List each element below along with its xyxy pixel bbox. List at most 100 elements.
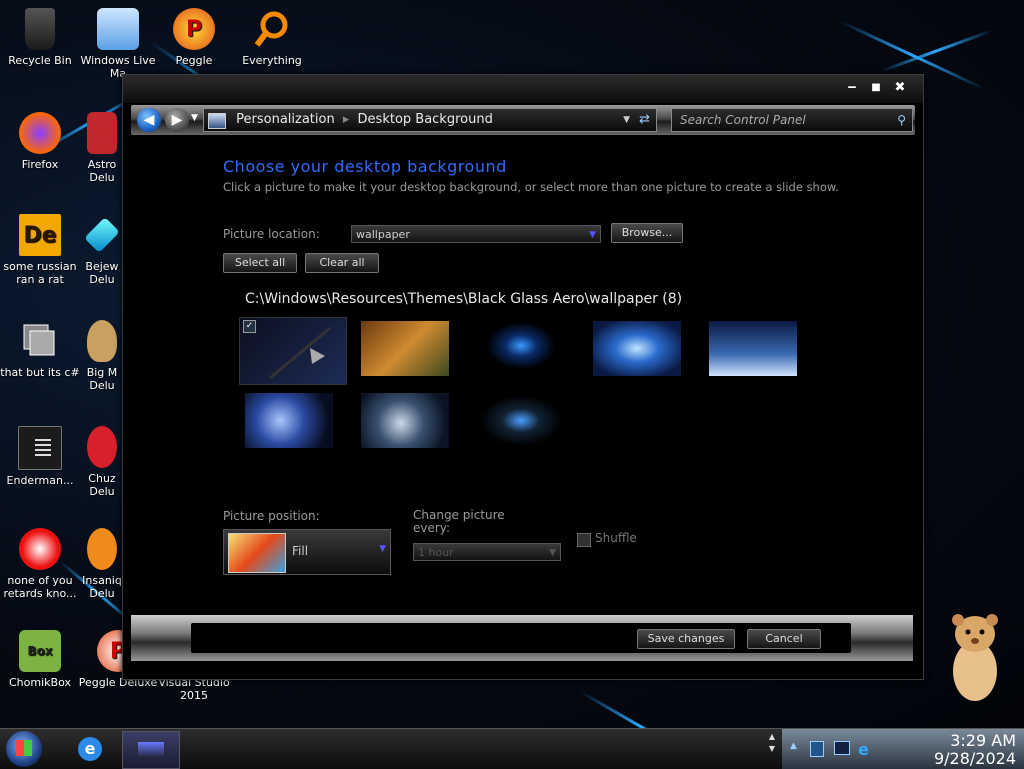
wallpaper-thumb[interactable] — [593, 321, 681, 376]
forward-arrow-icon: ▶ — [171, 112, 183, 128]
magnifier-icon — [251, 8, 293, 50]
wallpaper-thumb[interactable] — [245, 393, 333, 448]
back-button[interactable]: ◀ — [137, 108, 161, 132]
desktop-icon-label: Insaniq Delu — [82, 574, 122, 600]
maximize-button[interactable]: ■ — [865, 79, 887, 97]
clock-time[interactable]: 3:29 AM — [950, 732, 1016, 749]
change-picture-label: Change picture every: — [413, 508, 505, 535]
desktop-icon-big-money[interactable]: Big M Delu — [82, 320, 122, 392]
control-panel-icon — [138, 742, 164, 758]
wallpaper-thumb[interactable] — [477, 393, 565, 448]
wallpaper-thumb[interactable] — [361, 321, 449, 376]
desktop-icon-peggle[interactable]: P Peggle — [154, 8, 234, 67]
mail-icon — [97, 8, 139, 50]
chevron-down-icon: ▼ — [549, 548, 556, 558]
shuffle-checkbox[interactable] — [577, 533, 591, 547]
select-all-button[interactable]: Select all — [223, 253, 297, 273]
desktop-icon-that-but-its-c[interactable]: that but its c# — [0, 320, 80, 379]
save-changes-button[interactable]: Save changes — [637, 629, 735, 649]
close-button[interactable]: ✖ — [889, 79, 911, 97]
folder-path-header[interactable]: C:\Windows\Resources\Themes\Black Glass … — [245, 291, 682, 307]
picture-location-value: wallpaper — [356, 228, 410, 241]
clock-date[interactable]: 9/28/2024 — [934, 750, 1016, 767]
breadcrumb-separator-icon: ▸ — [342, 112, 350, 127]
desktop-icon-label: some russian ran a rat — [3, 260, 77, 286]
desktop-icon-everything[interactable]: Everything — [232, 8, 312, 67]
hamster-box-icon: Box — [19, 630, 61, 672]
hamster-icon — [952, 614, 998, 701]
taskbar: e ▲ ▼ ▲ e 3:29 AM 9/28/2024 — [0, 728, 1024, 769]
wallpaper-thumb[interactable] — [477, 321, 565, 376]
clear-all-button[interactable]: Clear all — [305, 253, 379, 273]
wallpaper-thumb[interactable] — [709, 321, 797, 376]
desktop-icon-label: Chuz Delu — [88, 472, 116, 498]
picture-position-label: Picture position: — [223, 509, 320, 523]
personalization-window: ‒ ■ ✖ ◀ ▶ ▼ Personalization ▸ Desktop Ba… — [122, 74, 924, 680]
desktop-icon-recycle-bin[interactable]: Recycle Bin — [0, 8, 80, 67]
network-icon[interactable] — [810, 741, 824, 757]
cancel-button[interactable]: Cancel — [747, 629, 821, 649]
taskbar-scroll[interactable]: ▲ ▼ — [766, 731, 778, 767]
address-dropdown-icon[interactable]: ▼ — [623, 109, 630, 131]
desktop-icon-label: none of you retards kno... — [3, 574, 77, 600]
title-bar[interactable]: ‒ ■ ✖ — [123, 75, 923, 103]
thumb-checkbox[interactable]: ✓ — [243, 320, 256, 333]
desktop-icon-windows-live-mail[interactable]: Windows Live Ma — [78, 8, 158, 80]
desktop-icon-label: Bejew Delu — [85, 260, 119, 286]
search-box[interactable]: Search Control Panel ⚲ — [671, 108, 913, 132]
ie-tray-icon[interactable]: e — [858, 740, 869, 759]
gem-icon — [84, 217, 120, 253]
minimize-button[interactable]: ‒ — [841, 79, 863, 97]
firefox-icon — [19, 112, 61, 154]
red-dragon-icon — [19, 528, 61, 570]
picture-location-label: Picture location: — [223, 227, 320, 241]
start-button[interactable] — [6, 731, 42, 767]
desktop-icon-firefox[interactable]: Firefox — [0, 112, 80, 171]
desktop-icon-label: that but its c# — [0, 366, 80, 379]
taskbar-personalization-button[interactable] — [122, 731, 180, 769]
browse-button[interactable]: Browse... — [611, 223, 683, 243]
picture-position-select[interactable]: Fill ▼ — [223, 529, 391, 575]
refresh-icon[interactable]: ⇄ — [639, 109, 650, 131]
address-bar[interactable]: Personalization ▸ Desktop Background ▼ ⇄ — [203, 108, 657, 132]
breadcrumb-desktop-background[interactable]: Desktop Background — [358, 112, 493, 127]
desktop-icon-label: Everything — [242, 54, 302, 67]
desktop-icon-chomikbox[interactable]: Box ChomikBox — [0, 630, 80, 689]
money-bag-icon — [87, 320, 117, 362]
monitor-icon[interactable] — [834, 741, 850, 755]
chevron-down-icon: ▼ — [589, 230, 596, 240]
stacked-windows-icon — [19, 320, 61, 362]
picture-location-select[interactable]: wallpaper ▼ — [351, 225, 601, 243]
desktop-icon-chuzzle-deluxe[interactable]: Chuz Delu — [82, 426, 122, 498]
desktop-icon-bejeweled[interactable]: Bejew Delu — [82, 214, 122, 286]
desktop-icon-astro-deluxe[interactable]: Astro Delu — [82, 112, 122, 184]
forward-button[interactable]: ▶ — [165, 108, 189, 132]
wallpaper-thumb[interactable] — [361, 393, 449, 448]
desktop-icon-some-russian[interactable]: De some russian ran a rat — [0, 214, 80, 286]
taskbar-ie-button[interactable]: e — [70, 733, 110, 765]
desktop-icon-insaniquarium[interactable]: Insaniq Delu — [82, 528, 122, 600]
page-description: Click a picture to make it your desktop … — [223, 180, 839, 194]
app-de-icon: De — [19, 214, 61, 256]
change-picture-value: 1 hour — [418, 546, 454, 559]
search-icon[interactable]: ⚲ — [897, 109, 906, 131]
picture-position-preview-icon — [228, 533, 286, 573]
peggle-icon: P — [173, 8, 215, 50]
desktop-icon-label: Enderman... — [6, 474, 74, 487]
show-hidden-icons-icon[interactable]: ▲ — [790, 741, 797, 751]
shuffle-label: Shuffle — [595, 531, 637, 545]
desktop-icon-enderman[interactable]: Enderman... — [0, 426, 80, 487]
recent-pages-dropdown[interactable]: ▼ — [191, 113, 198, 123]
change-picture-select[interactable]: 1 hour ▼ — [413, 543, 561, 561]
breadcrumb-personalization[interactable]: Personalization — [236, 112, 335, 127]
windows-logo-icon — [16, 740, 32, 756]
desktop-icon-label: Recycle Bin — [8, 54, 72, 67]
control-panel-icon — [208, 113, 226, 129]
hamster-gadget[interactable] — [940, 606, 1010, 706]
desktop-icon-label: Astro Delu — [87, 158, 117, 184]
fish-icon — [87, 528, 117, 570]
desktop-icon-none-of-you[interactable]: none of you retards kno... — [0, 528, 80, 600]
wallpaper-thumb[interactable]: ✓ — [239, 317, 347, 385]
navigation-bar: ◀ ▶ ▼ Personalization ▸ Desktop Backgrou… — [131, 105, 915, 135]
back-arrow-icon: ◀ — [143, 112, 155, 128]
